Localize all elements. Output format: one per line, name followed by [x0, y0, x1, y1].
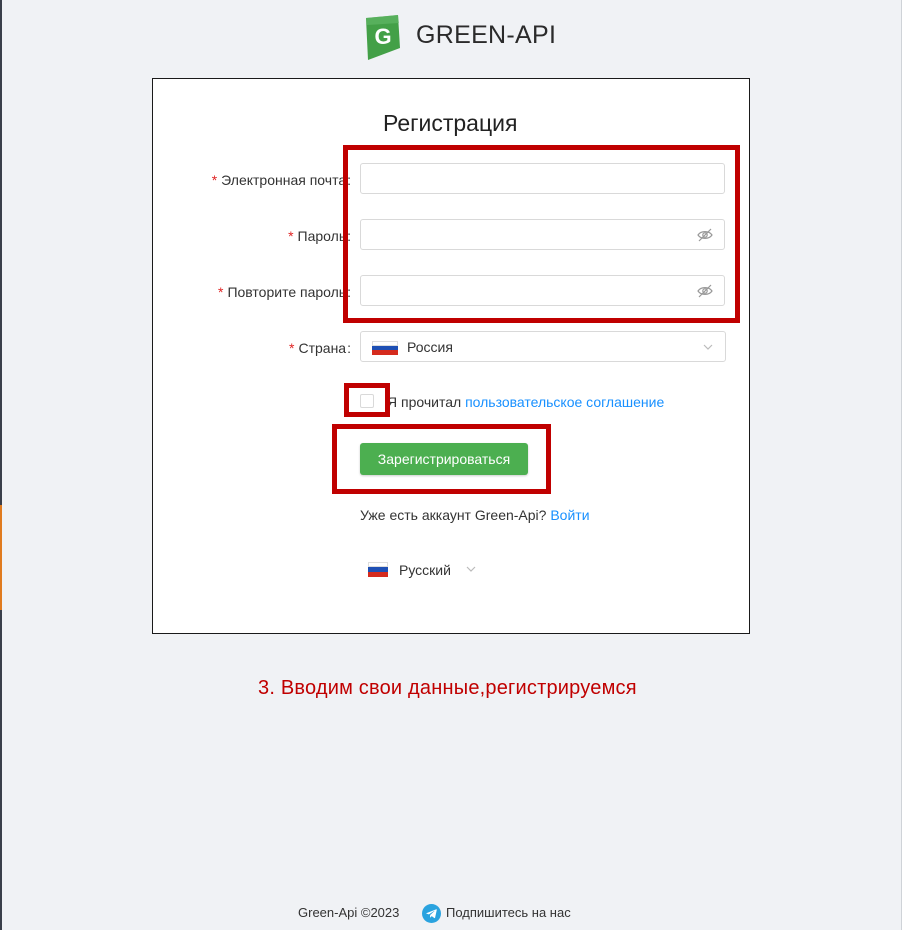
- required-mark: *: [289, 340, 295, 356]
- email-label: * Электронная почта:: [212, 172, 351, 188]
- russia-flag-icon: [368, 562, 388, 577]
- language-value: Русский: [399, 562, 451, 578]
- login-link[interactable]: Войти: [550, 507, 589, 523]
- window-edge-left: [0, 0, 2, 930]
- page-title: Регистрация: [383, 110, 518, 136]
- russia-flag-icon: [372, 341, 398, 355]
- password-label: * Пароль:: [288, 228, 351, 244]
- footer-subscribe-link[interactable]: Подпишитесь на нас: [446, 905, 571, 920]
- login-prompt-text: Уже есть аккаунт Green-Api?: [360, 507, 547, 523]
- brand-name: GREEN-API: [416, 21, 557, 49]
- email-label-text: Электронная почта: [221, 172, 347, 188]
- window-edge-accent: [0, 505, 2, 610]
- country-label: * Страна:: [289, 340, 351, 356]
- repeat-password-label: * Повторите пароль:: [218, 284, 351, 300]
- footer-copyright: Green-Api ©2023: [298, 905, 400, 920]
- highlight-register-button: [332, 424, 551, 494]
- logo-letter: G: [374, 24, 391, 49]
- telegram-icon[interactable]: [422, 904, 441, 923]
- highlight-checkbox: [344, 383, 390, 417]
- login-prompt: Уже есть аккаунт Green-Api? Войти: [360, 507, 590, 523]
- country-label-text: Страна: [298, 340, 347, 356]
- instruction-caption: 3. Вводим свои данные,регистрируемся: [258, 677, 637, 699]
- highlight-credentials: [343, 145, 740, 323]
- green-api-logo-icon: G: [366, 15, 400, 60]
- country-select[interactable]: Россия: [360, 331, 726, 362]
- password-label-text: Пароль: [297, 228, 347, 244]
- user-agreement-link[interactable]: пользовательское соглашение: [465, 394, 664, 410]
- country-value: Россия: [407, 339, 453, 355]
- required-mark: *: [218, 284, 224, 300]
- chevron-down-icon: [703, 344, 713, 350]
- required-mark: *: [211, 172, 218, 188]
- required-mark: *: [288, 228, 294, 244]
- label-colon: :: [347, 340, 351, 356]
- chevron-down-icon: [466, 566, 476, 572]
- agreement-text: Я прочитал пользовательское соглашение: [387, 394, 664, 410]
- repeat-password-label-text: Повторите пароль: [227, 284, 347, 300]
- agreement-prefix: Я прочитал: [387, 394, 462, 410]
